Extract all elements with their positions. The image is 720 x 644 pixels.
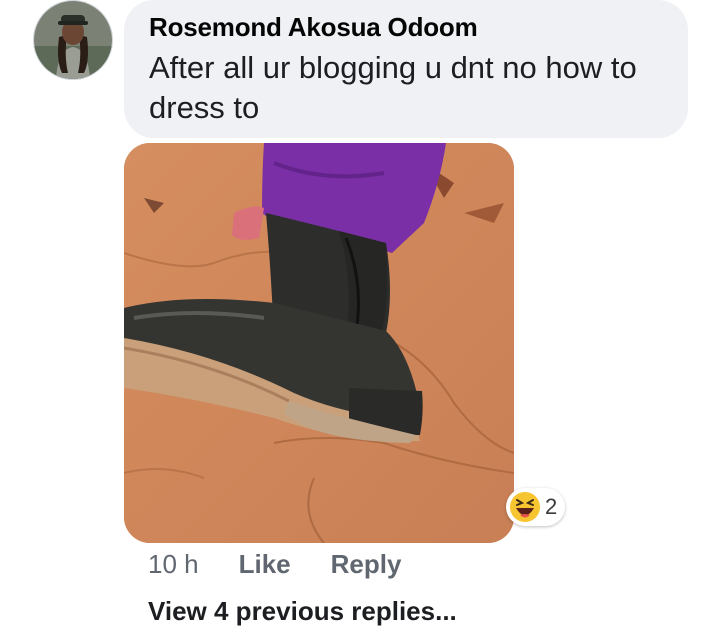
comment-timestamp[interactable]: 10 h <box>148 549 199 580</box>
reply-button[interactable]: Reply <box>331 549 402 580</box>
haha-emoji-icon <box>510 492 540 522</box>
comment-text: After all ur blogging u dnt no how to dr… <box>149 50 637 125</box>
comment-bubble: Rosemond Akosua Odoom After all ur blogg… <box>124 0 688 138</box>
author-avatar[interactable] <box>33 0 113 80</box>
reaction-summary[interactable]: 2 <box>506 488 566 526</box>
comment-photo[interactable] <box>124 143 514 543</box>
reaction-count: 2 <box>545 494 558 519</box>
view-previous-replies-link[interactable]: View 4 previous replies... <box>148 596 457 627</box>
comment-author-name[interactable]: Rosemond Akosua Odoom <box>149 12 478 43</box>
comment-actions: 10 h Like Reply <box>148 546 441 582</box>
like-button[interactable]: Like <box>239 549 291 580</box>
boot-photo-image <box>124 143 514 543</box>
avatar-photo <box>34 1 112 79</box>
